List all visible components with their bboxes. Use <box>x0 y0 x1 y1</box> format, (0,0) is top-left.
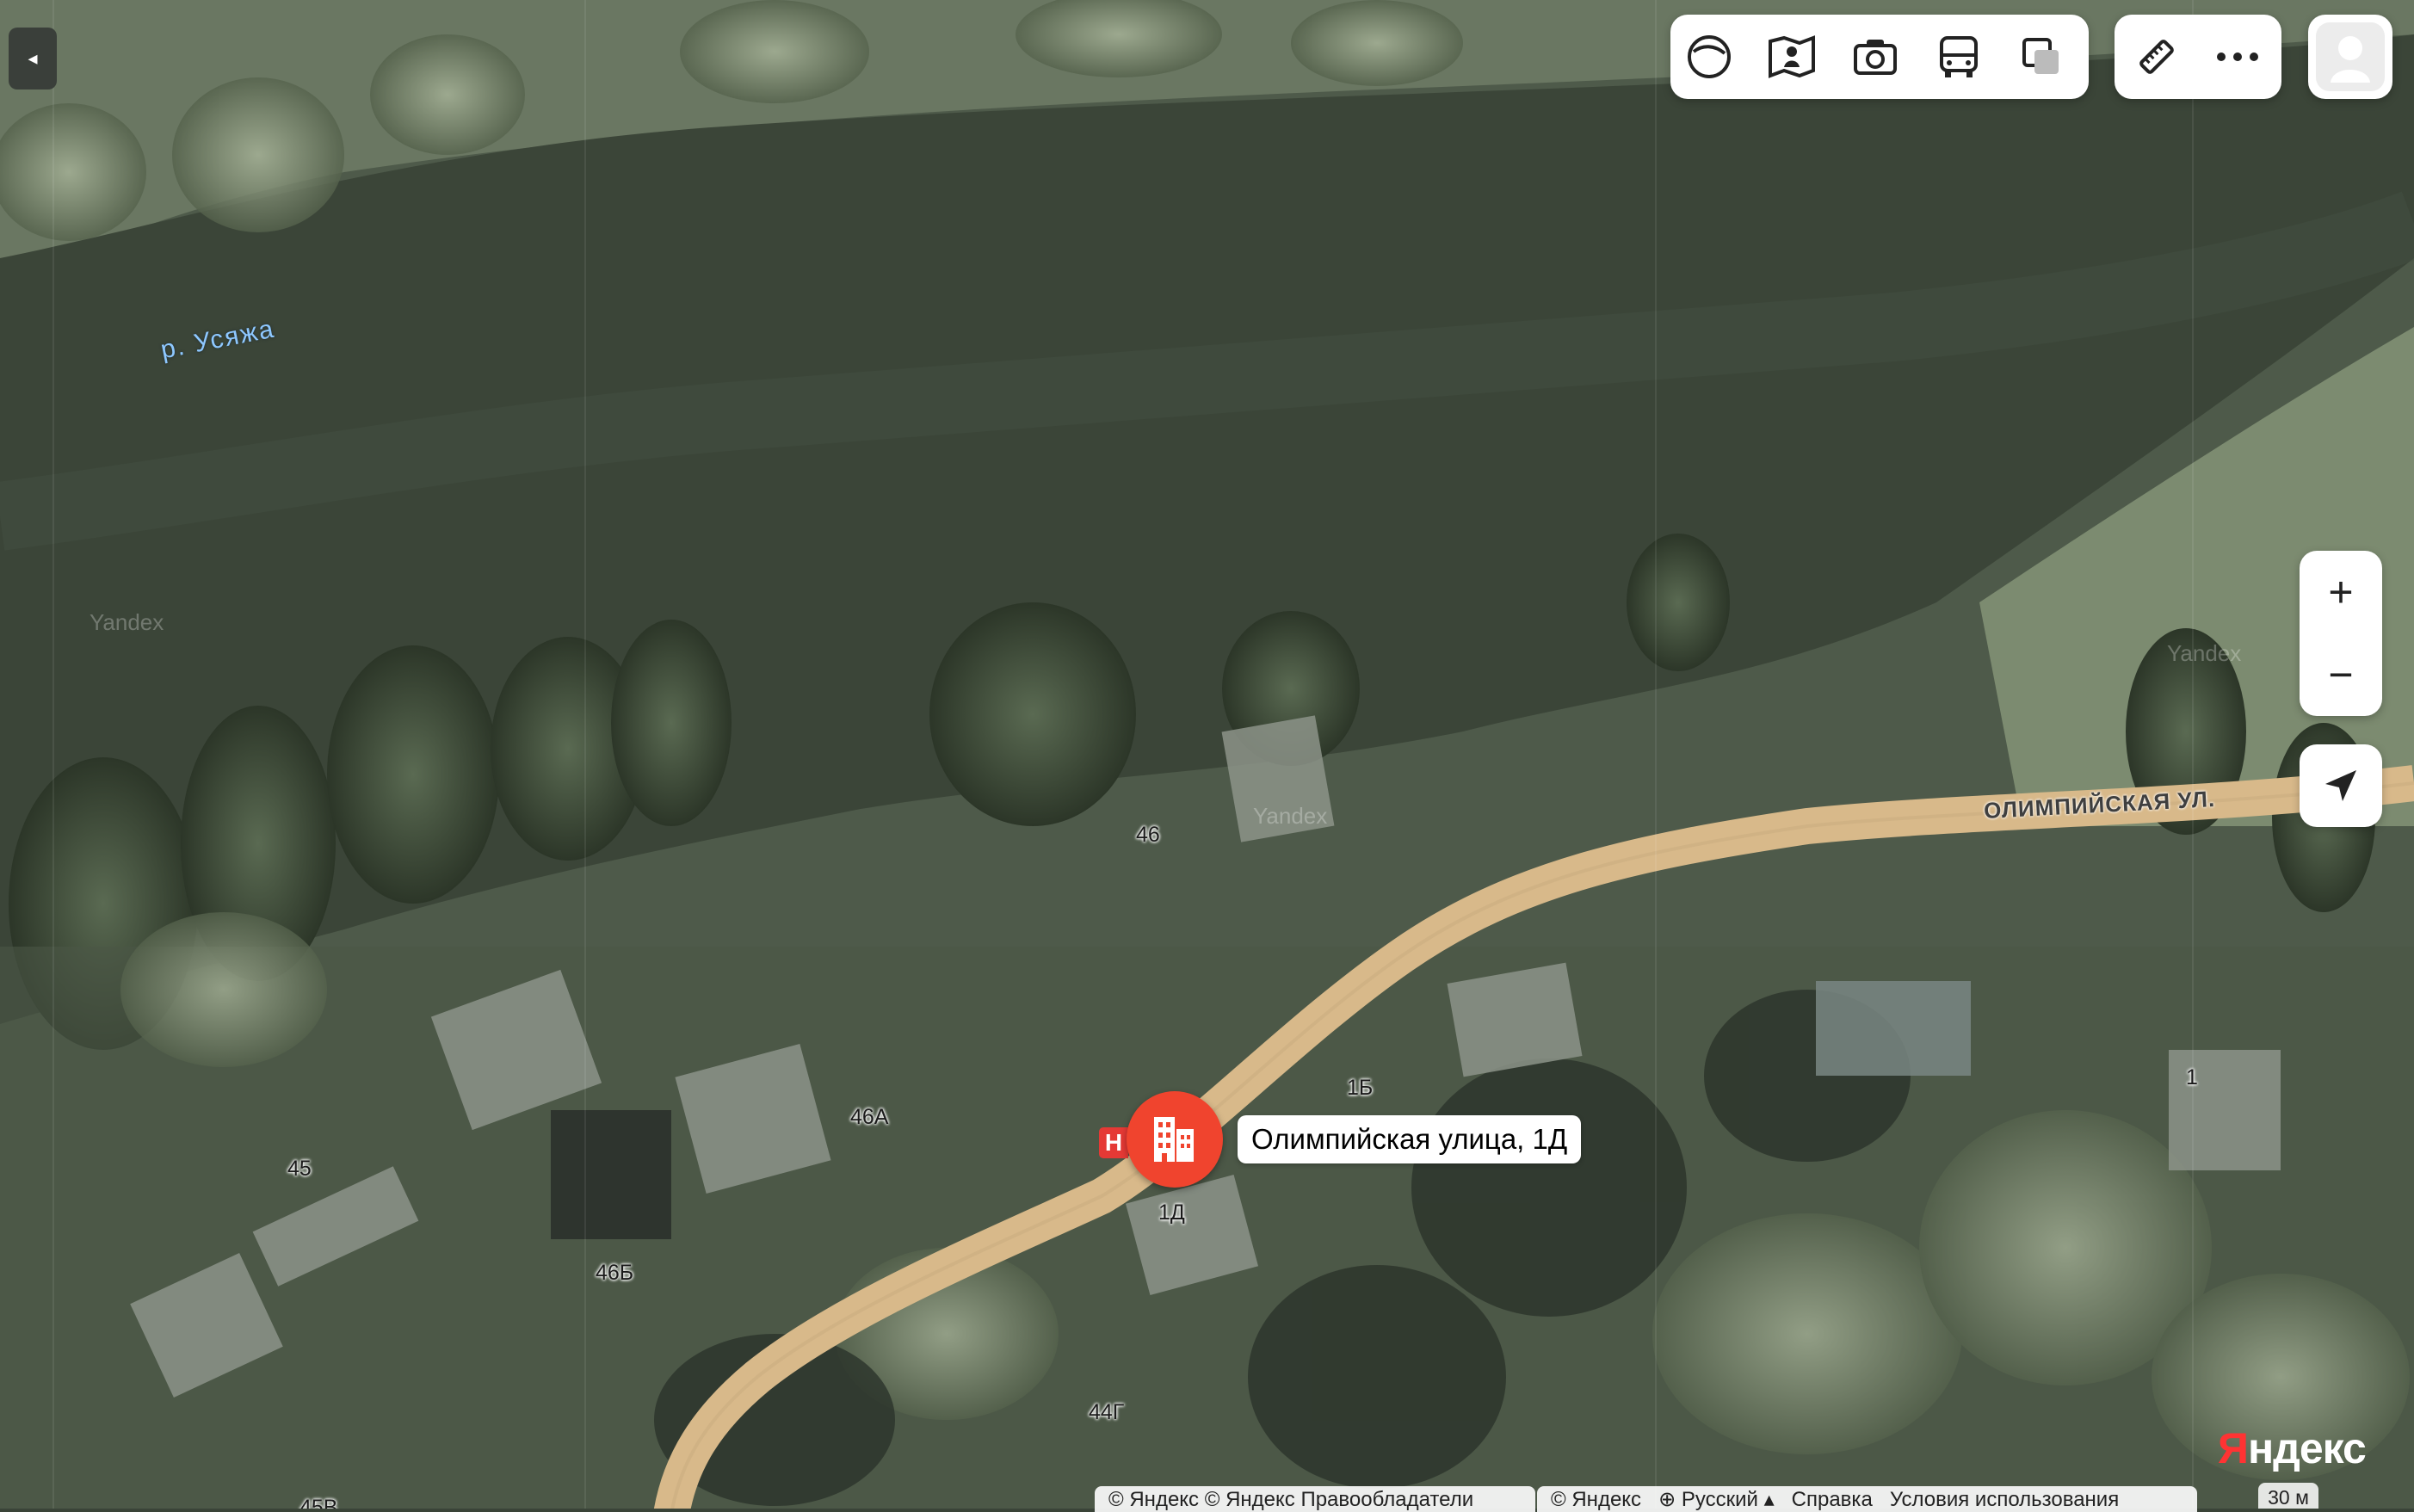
location-arrow-icon <box>2300 744 2382 827</box>
watermark: Yandex <box>90 609 164 635</box>
more-icon[interactable] <box>2207 27 2268 87</box>
yandex-logo[interactable]: Яндекс <box>2218 1423 2367 1473</box>
transit-icon[interactable] <box>1929 27 1989 87</box>
transit-stop-marker[interactable]: Н <box>1099 1127 1128 1158</box>
map-type-icon[interactable] <box>2011 27 2071 87</box>
avatar-icon <box>2316 22 2385 91</box>
zoom-in-button[interactable]: + <box>2300 551 2382 633</box>
panorama-icon[interactable] <box>1762 27 1822 87</box>
house-number[interactable]: 1Б <box>1347 1077 1373 1099</box>
help-link[interactable]: Справка <box>1792 1488 1873 1511</box>
language-selector[interactable]: Русский <box>1682 1488 1758 1511</box>
watermark: Yandex <box>1253 803 1328 829</box>
my-location-button[interactable] <box>2300 744 2382 827</box>
building-icon <box>1154 1117 1194 1162</box>
house-number[interactable]: 46А <box>850 1107 888 1128</box>
house-number[interactable]: 1 <box>2186 1067 2198 1089</box>
house-number[interactable]: 45В <box>299 1497 337 1509</box>
house-number[interactable]: 46 <box>1136 824 1160 846</box>
marker-label[interactable]: Олимпийская улица, 1Д <box>1238 1115 1582 1163</box>
terms-link[interactable]: Условия использования <box>1890 1488 2119 1511</box>
caret-icon: ▴ <box>1763 1488 1775 1511</box>
photo-icon[interactable] <box>1845 27 1905 87</box>
zoom-controls: + − <box>2300 551 2382 716</box>
house-number[interactable]: 46Б <box>596 1262 633 1284</box>
satellite-map[interactable]: р. Усяжа ОЛИМПИЙСКАЯ УЛ. Yandex Yandex Y… <box>0 0 2414 1509</box>
house-number[interactable]: 45 <box>287 1158 312 1180</box>
sidebar-collapse-button[interactable]: ◂ <box>9 28 57 89</box>
profile-button[interactable] <box>2308 15 2392 99</box>
ruler-icon[interactable] <box>2127 27 2187 87</box>
layers-icon[interactable] <box>1679 27 1739 87</box>
house-number[interactable]: 44Г <box>1089 1402 1124 1423</box>
watermark: Yandex <box>2167 640 2242 666</box>
tools-toolbar <box>2115 15 2281 99</box>
marker-tail <box>1165 1172 1184 1188</box>
house-number[interactable]: 1Д <box>1158 1202 1185 1224</box>
layers-toolbar <box>1670 15 2089 99</box>
zoom-out-button[interactable]: − <box>2300 633 2382 716</box>
satellite-imagery <box>0 0 2414 1509</box>
globe-icon: ⊕ <box>1658 1488 1676 1511</box>
scale-bar: 30 м <box>2258 1483 2318 1509</box>
copyright-text: © Яндекс <box>1551 1488 1642 1511</box>
